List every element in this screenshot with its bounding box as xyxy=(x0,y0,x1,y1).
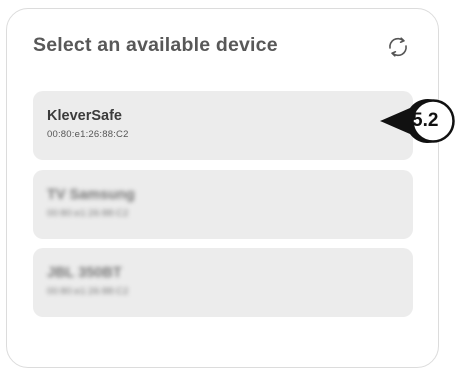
device-name: TV Samsung xyxy=(47,187,135,203)
device-mac: 00:80:e1:26:88:C2 xyxy=(47,286,129,297)
device-item-jbl[interactable]: JBL 350BT 00:80:e1:26:88:C2 xyxy=(33,248,413,317)
device-name: KleverSafe xyxy=(47,108,122,124)
device-name: JBL 350BT xyxy=(47,265,122,281)
device-item-kleversafe[interactable]: KleverSafe 00:80:e1:26:88:C2 xyxy=(33,91,413,160)
device-item-tv-samsung[interactable]: TV Samsung 00:80:e1:26:88:C2 xyxy=(33,170,413,239)
device-mac: 00:80:e1:26:88:C2 xyxy=(47,208,129,219)
device-mac: 00:80:e1:26:88:C2 xyxy=(47,129,129,140)
callout-label: 5.2 xyxy=(412,110,439,131)
refresh-icon[interactable] xyxy=(385,34,411,60)
page-title: Select an available device xyxy=(33,34,278,56)
